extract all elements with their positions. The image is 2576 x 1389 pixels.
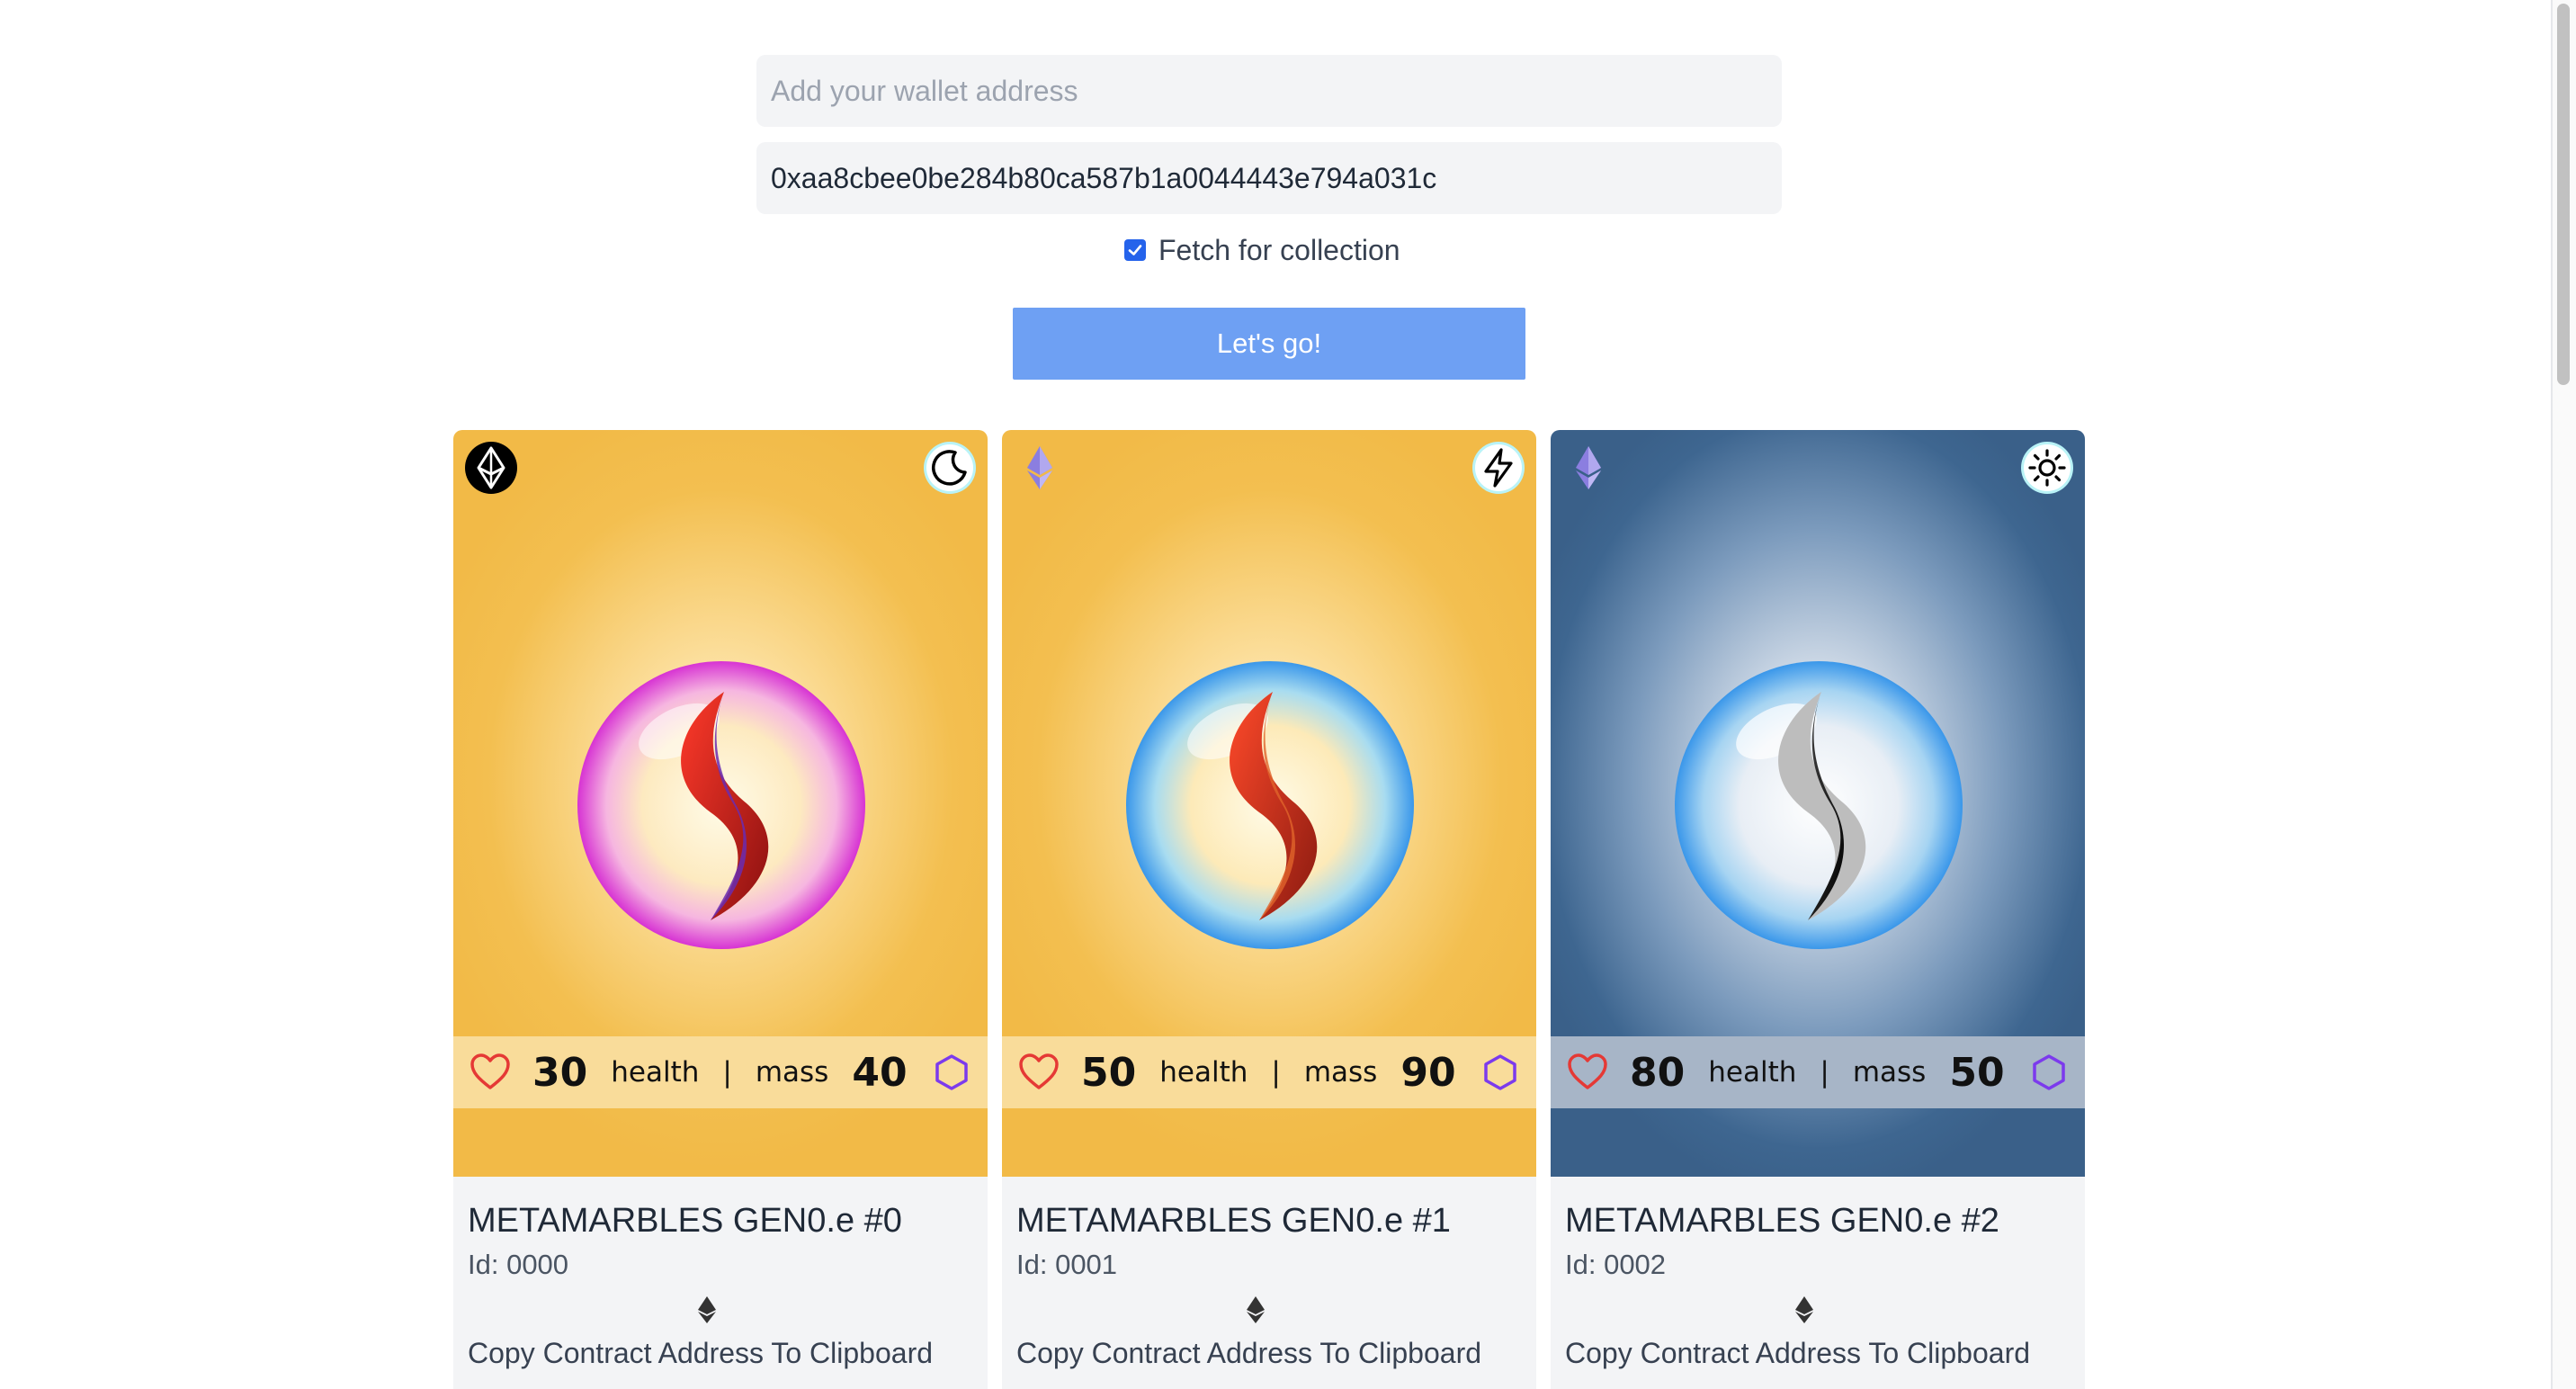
lets-go-button[interactable]: Let's go! (1013, 308, 1525, 380)
mass-label: mass (755, 1056, 829, 1089)
contract-address-input[interactable] (756, 142, 1782, 214)
scrollbar-thumb[interactable] (2557, 4, 2570, 385)
marble-image (1675, 661, 1963, 949)
card-title: METAMARBLES GEN0.e #1 (1016, 1202, 1451, 1240)
stats-bar: 50 health | mass 90 (1002, 1036, 1536, 1108)
nft-card[interactable]: 30 health | mass 40 METAMARBLES GEN0.e #… (453, 430, 988, 1389)
lightning-icon (1472, 442, 1525, 494)
stats-separator: | (722, 1056, 732, 1089)
card-info: METAMARBLES GEN0.e #0 Id: 0000 Copy Cont… (453, 1177, 988, 1389)
heart-icon (470, 1053, 510, 1089)
sun-icon (2021, 442, 2073, 494)
health-label: health (1159, 1056, 1248, 1089)
health-value: 50 (1081, 1049, 1137, 1096)
mass-value: 90 (1400, 1049, 1456, 1096)
stats-bar: 30 health | mass 40 (453, 1036, 988, 1108)
hexagon-icon (2033, 1054, 2065, 1090)
copy-contract-address-link[interactable]: Copy Contract Address To Clipboard (1016, 1337, 1481, 1370)
card-id: Id: 0000 (468, 1249, 569, 1280)
ethereum-icon (698, 1296, 716, 1323)
health-value: 80 (1630, 1049, 1686, 1096)
fetch-collection-checkbox[interactable] (1124, 239, 1146, 261)
nft-card[interactable]: 80 health | mass 50 METAMARBLES GEN0.e #… (1551, 430, 2085, 1389)
nft-card[interactable]: 50 health | mass 90 METAMARBLES GEN0.e #… (1002, 430, 1536, 1389)
mass-label: mass (1852, 1056, 1927, 1089)
card-id: Id: 0002 (1565, 1249, 1667, 1280)
card-title: METAMARBLES GEN0.e #0 (468, 1202, 902, 1240)
health-value: 30 (532, 1049, 588, 1096)
wallet-address-input[interactable] (756, 55, 1782, 127)
heart-icon (1568, 1053, 1607, 1089)
hexagon-icon (935, 1054, 968, 1090)
card-info: METAMARBLES GEN0.e #2 Id: 0002 Copy Cont… (1551, 1177, 2085, 1389)
marble-image (577, 661, 865, 949)
copy-contract-address-link[interactable]: Copy Contract Address To Clipboard (468, 1337, 933, 1370)
card-title: METAMARBLES GEN0.e #2 (1565, 1202, 1999, 1240)
ethereum-badge-icon (465, 442, 517, 494)
copy-contract-address-link[interactable]: Copy Contract Address To Clipboard (1565, 1337, 2030, 1370)
ethereum-icon (1247, 1296, 1265, 1323)
mass-value: 50 (1949, 1049, 2005, 1096)
mass-label: mass (1303, 1056, 1378, 1089)
ethereum-purple-icon (1576, 446, 1601, 489)
card-info: METAMARBLES GEN0.e #1 Id: 0001 Copy Cont… (1002, 1177, 1536, 1389)
fetch-collection-label: Fetch for collection (1158, 233, 1400, 266)
stats-separator: | (1271, 1056, 1281, 1089)
fetch-collection-option[interactable]: Fetch for collection (1124, 230, 1400, 270)
moon-icon (924, 442, 976, 494)
card-id: Id: 0001 (1016, 1249, 1118, 1280)
health-label: health (611, 1056, 700, 1089)
ethereum-icon (1795, 1296, 1813, 1323)
mass-value: 40 (852, 1049, 908, 1096)
health-label: health (1708, 1056, 1797, 1089)
ethereum-purple-icon (1027, 446, 1052, 489)
heart-icon (1019, 1053, 1059, 1089)
marble-image (1126, 661, 1414, 949)
stats-separator: | (1820, 1056, 1829, 1089)
hexagon-icon (1484, 1054, 1516, 1090)
stats-bar: 80 health | mass 50 (1551, 1036, 2085, 1108)
